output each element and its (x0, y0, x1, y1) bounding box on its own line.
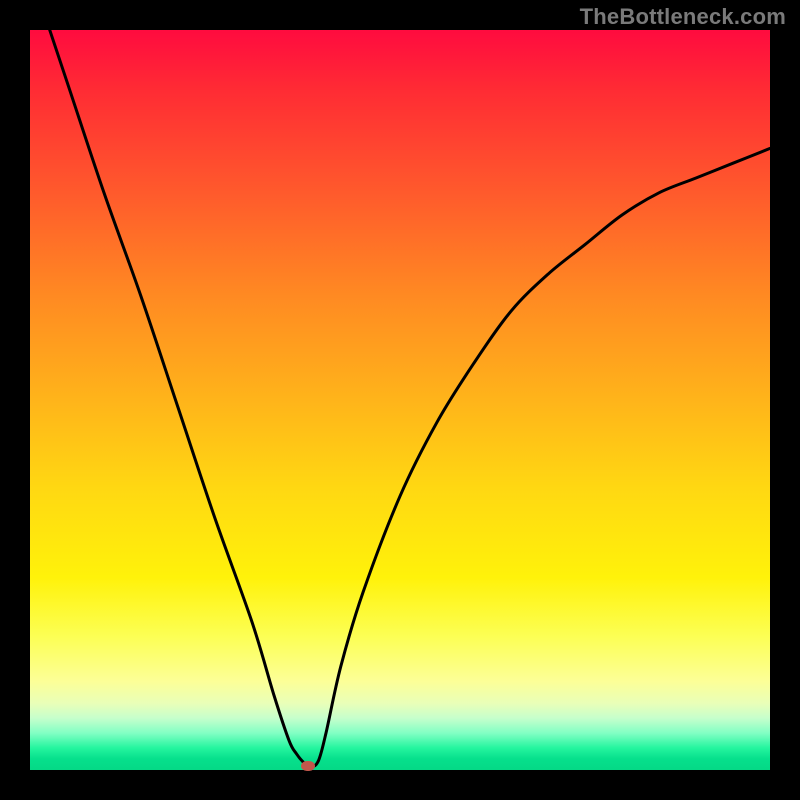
min-marker (301, 761, 315, 771)
watermark-text: TheBottleneck.com (580, 4, 786, 30)
curve-svg (30, 30, 770, 770)
bottleneck-curve (30, 0, 770, 767)
plot-area (30, 30, 770, 770)
chart-frame: TheBottleneck.com (0, 0, 800, 800)
